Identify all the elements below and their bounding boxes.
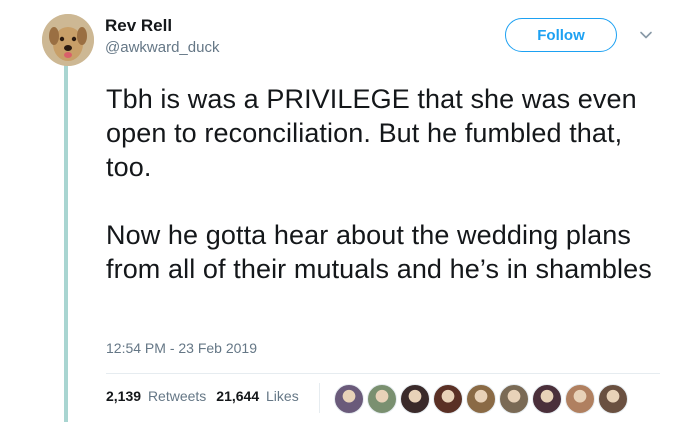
liker-avatar[interactable] [334, 384, 364, 414]
tweet-paragraph: Tbh is was a PRIVILEGE that she was even… [106, 84, 637, 182]
liker-avatars [334, 384, 631, 414]
retweets-label: Retweets [147, 388, 207, 404]
dog-avatar-icon [42, 14, 94, 66]
divider [106, 373, 660, 374]
stats-separator [319, 383, 320, 413]
author-avatar[interactable] [42, 14, 94, 66]
liker-avatar[interactable] [400, 384, 430, 414]
retweets-count: 2,139 [106, 388, 142, 404]
author-block[interactable]: Rev Rell @awkward_duck [105, 16, 219, 58]
tweet-text: Tbh is was a PRIVILEGE that she was even… [106, 82, 666, 286]
tweet-timestamp[interactable]: 12:54 PM - 23 Feb 2019 [106, 340, 257, 356]
liker-avatar[interactable] [433, 384, 463, 414]
thread-line [64, 64, 68, 422]
likes-count: 21,644 [216, 388, 260, 404]
liker-avatar[interactable] [598, 384, 628, 414]
chevron-down-icon[interactable] [639, 28, 653, 42]
retweets-stat[interactable]: 2,139 Retweets [106, 388, 206, 404]
liker-avatar[interactable] [466, 384, 496, 414]
liker-avatar[interactable] [367, 384, 397, 414]
author-handle[interactable]: @awkward_duck [105, 38, 219, 58]
tweet-paragraph: Now he gotta hear about the wedding plan… [106, 220, 652, 284]
likes-label: Likes [266, 388, 299, 404]
author-name[interactable]: Rev Rell [105, 16, 219, 36]
liker-avatar[interactable] [499, 384, 529, 414]
liker-avatar[interactable] [532, 384, 562, 414]
follow-button[interactable]: Follow [505, 18, 617, 52]
likes-stat[interactable]: 21,644 Likes [216, 388, 298, 404]
liker-avatar[interactable] [565, 384, 595, 414]
tweet-stats: 2,139 Retweets 21,644 Likes [106, 388, 309, 404]
